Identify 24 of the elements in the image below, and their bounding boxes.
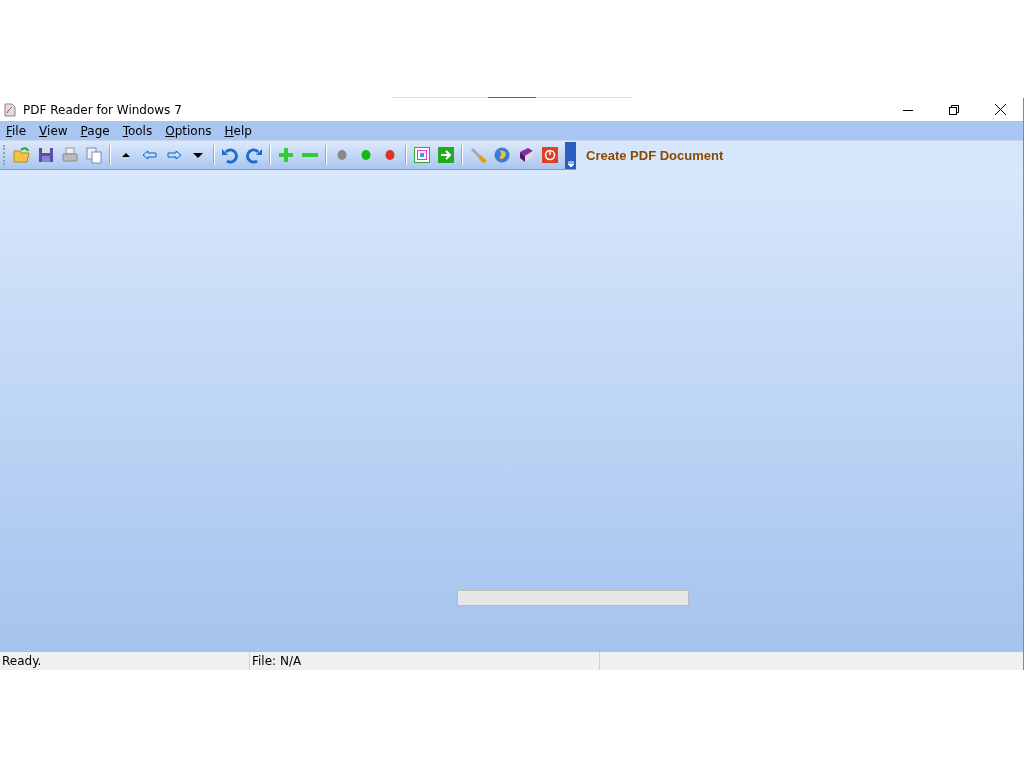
- status-text: File: N/A: [252, 654, 302, 668]
- power-icon[interactable]: [541, 146, 559, 164]
- globe-icon[interactable]: [493, 146, 511, 164]
- printer-icon[interactable]: [61, 146, 79, 164]
- nested-squares-icon[interactable]: [413, 146, 431, 164]
- save-icon[interactable]: [37, 146, 55, 164]
- menu-item[interactable]: View: [39, 123, 68, 138]
- toolbar-overflow-button[interactable]: [565, 141, 576, 169]
- chevron-down-icon[interactable]: [566, 160, 575, 169]
- menu-item[interactable]: Options: [165, 123, 212, 138]
- copy-icon[interactable]: [85, 146, 103, 164]
- menu-item[interactable]: Page: [80, 123, 110, 138]
- window-title: PDF Reader for Windows 7: [23, 102, 182, 117]
- restore-icon[interactable]: [949, 104, 959, 115]
- close-icon[interactable]: [994, 104, 1006, 115]
- create-pdf-link[interactable]: Create PDF Document: [586, 148, 724, 163]
- redo-icon[interactable]: [245, 146, 263, 164]
- status-text: Ready.: [2, 654, 42, 668]
- menu-item[interactable]: Tools: [122, 123, 153, 138]
- app-icon: [3, 102, 17, 117]
- menu-item[interactable]: Help: [224, 123, 252, 138]
- undo-icon[interactable]: [221, 146, 239, 164]
- open-folder-icon[interactable]: [13, 146, 31, 164]
- menu-item[interactable]: File: [6, 123, 27, 138]
